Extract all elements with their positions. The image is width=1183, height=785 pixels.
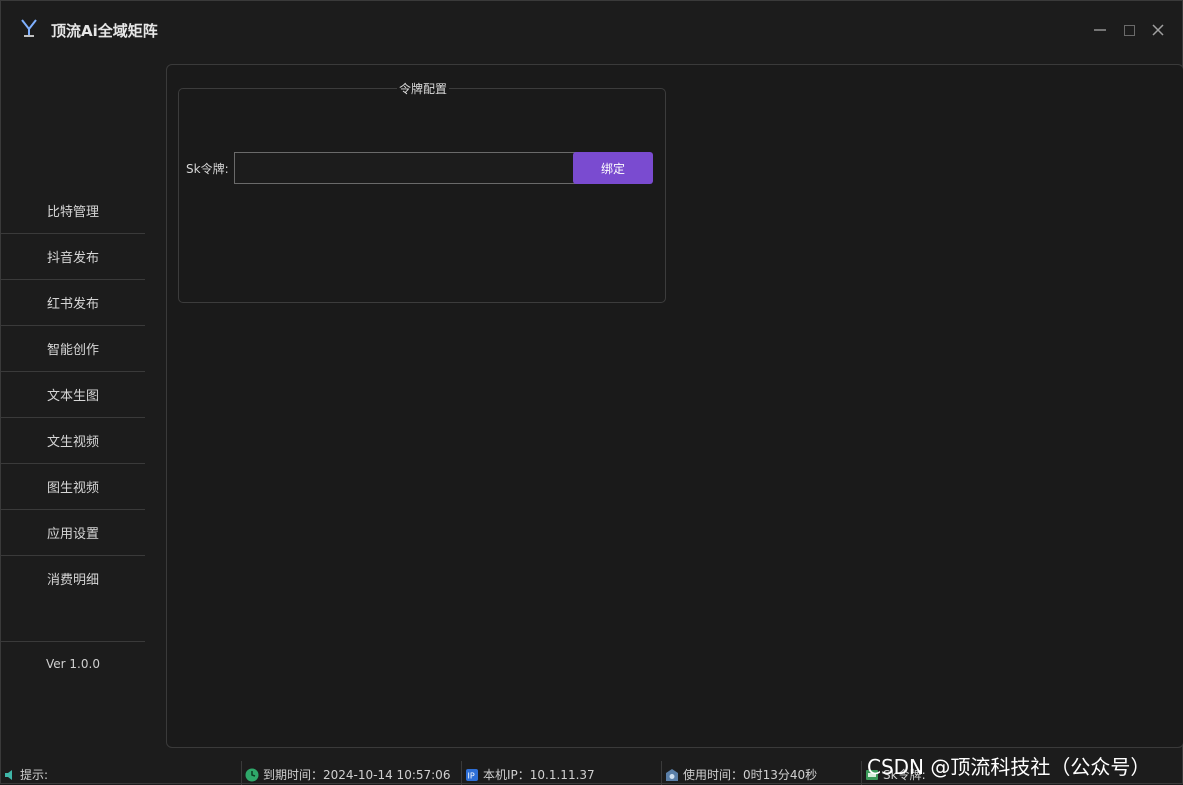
bind-button[interactable]: 绑定	[573, 152, 653, 184]
sk-token-input[interactable]	[234, 152, 582, 184]
app-window: 顶流Ai全域矩阵 比特管理 抖音发布 红书发布 智能创作 文本生图 文生视频 图…	[0, 0, 1183, 785]
sidebar-item-label: 消费明细	[46, 573, 99, 588]
sidebar-item-text-to-image[interactable]: 文本生图	[1, 372, 145, 418]
close-icon	[1152, 24, 1164, 36]
clock-icon	[245, 768, 259, 781]
title-bar[interactable]: 顶流Ai全域矩阵	[1, 1, 1182, 61]
sidebar-item-label: 应用设置	[46, 527, 99, 542]
sidebar-item-label: 比特管理	[46, 205, 99, 220]
minimize-icon	[1094, 29, 1106, 31]
sidebar-item-label: 抖音发布	[46, 251, 99, 266]
sidebar-item-consumption-details[interactable]: 消费明细	[1, 556, 145, 601]
sidebar-item-label: 红书发布	[46, 297, 99, 312]
app-title: 顶流Ai全域矩阵	[51, 22, 158, 40]
maximize-button[interactable]	[1120, 21, 1138, 39]
token-config-title: 令牌配置	[397, 80, 450, 97]
ip-icon: IP	[466, 768, 478, 781]
sidebar-item-douyin-publish[interactable]: 抖音发布	[1, 234, 145, 280]
status-divider	[241, 761, 242, 785]
version-label: Ver 1.0.0	[1, 641, 145, 686]
main-content: 令牌配置 Sk令牌: 绑定	[166, 64, 1183, 748]
minimize-button[interactable]	[1091, 21, 1109, 39]
maximize-icon	[1123, 24, 1135, 36]
status-ip: IP 本机IP：10.1.11.37	[465, 766, 595, 783]
sidebar-item-xiaohongshu-publish[interactable]: 红书发布	[1, 280, 145, 326]
timer-icon	[666, 768, 678, 781]
speaker-icon	[5, 769, 12, 780]
sidebar-item-label: 文生视频	[46, 435, 99, 450]
status-divider	[661, 761, 662, 785]
status-ip-text: 本机IP：10.1.11.37	[483, 768, 595, 782]
status-tip-text: 提示:	[20, 768, 49, 782]
sidebar-item-label: 智能创作	[46, 343, 99, 358]
status-usage-text: 使用时间：0时13分40秒	[683, 768, 818, 782]
status-tip: 提示:	[4, 766, 48, 783]
watermark: CSDN @顶流科技社（公众号）	[867, 755, 1151, 779]
status-expire-text: 到期时间：2024-10-14 10:57:06	[263, 768, 451, 782]
token-config-group: 令牌配置 Sk令牌: 绑定	[178, 80, 666, 303]
app-logo-icon	[21, 19, 37, 37]
status-expire: 到期时间：2024-10-14 10:57:06	[245, 766, 450, 783]
sidebar-item-smart-creation[interactable]: 智能创作	[1, 326, 145, 372]
status-usage: 使用时间：0时13分40秒	[665, 766, 817, 783]
sk-token-label: Sk令牌:	[186, 162, 229, 176]
sidebar-item-image-to-video[interactable]: 图生视频	[1, 464, 145, 510]
sidebar-item-label: 图生视频	[46, 481, 99, 496]
sidebar-item-label: 文本生图	[46, 389, 99, 404]
close-button[interactable]	[1149, 21, 1167, 39]
sidebar-item-text-to-video[interactable]: 文生视频	[1, 418, 145, 464]
svg-text:IP: IP	[468, 771, 475, 780]
status-divider	[861, 761, 862, 785]
status-divider	[461, 761, 462, 785]
sidebar-item-bit-management[interactable]: 比特管理	[1, 188, 145, 234]
sidebar: 比特管理 抖音发布 红书发布 智能创作 文本生图 文生视频 图生视频 应用设置 …	[1, 65, 147, 755]
sidebar-item-app-settings[interactable]: 应用设置	[1, 510, 145, 556]
